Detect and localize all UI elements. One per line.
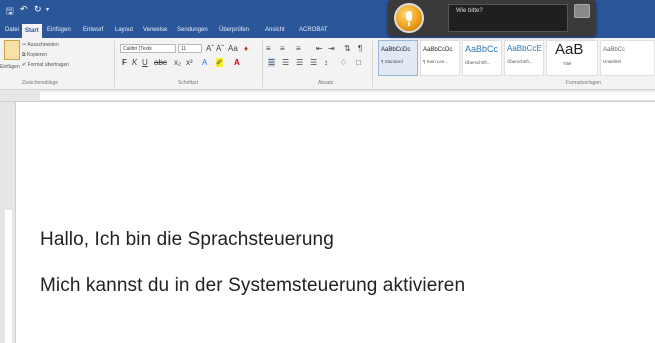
style-subtitle[interactable]: AaBbCc Untertitel [600,40,655,76]
bold-icon[interactable]: F [122,58,127,67]
style-name: Untertitel [603,59,622,64]
italic-icon[interactable]: K [132,58,137,67]
voice-assistant-orb-icon[interactable] [394,3,424,33]
style-name: ¶ Standard [381,59,403,64]
font-group-label: Schriftart [178,80,199,86]
group-divider [114,41,115,87]
document-line-2[interactable]: Mich kannst du in der Systemsteuerung ak… [40,275,465,297]
highlight-icon[interactable]: ✐ [216,58,223,67]
ribbon: Einfügen ✂ Ausschneiden ⧉ Kopieren ✐ For… [0,38,655,90]
clipboard-group-label: Zwischenablage [22,80,59,86]
tab-ansicht[interactable]: Ansicht [262,23,288,37]
styles-group-label: Formatvorlagen [566,80,602,86]
style-name: Titel [563,61,572,66]
style-sample: AaBbCc [465,44,499,54]
redo-icon[interactable]: ↻ [34,4,42,15]
brush-icon: ✐ [22,62,27,68]
scissors-icon: ✂ [22,42,27,48]
tab-sendungen[interactable]: Sendungen [174,23,211,37]
tab-start[interactable]: Start [22,24,42,38]
microphone-stand [408,22,410,26]
cut-label: Ausschneiden [27,42,59,48]
font-color-icon[interactable]: A [234,58,240,67]
style-name: ¶ Kein Lee... [423,59,449,64]
align-center-icon[interactable]: ☰ [282,58,289,67]
voice-assistant-panel: Wie bitte? [388,0,596,36]
style-heading-1[interactable]: AaBbCc Überschrift... [462,40,502,76]
clear-formatting-icon[interactable]: ♦ [244,44,248,53]
subscript-icon[interactable]: x₂ [174,58,181,67]
change-case-icon[interactable]: Aa [228,44,238,53]
shrink-font-icon[interactable]: Aˇ [216,44,224,53]
tab-verweise[interactable]: Verweise [140,23,170,37]
font-size-combo[interactable]: 11 [178,44,202,53]
align-right-icon[interactable]: ☰ [296,58,303,67]
document-page[interactable] [17,102,655,343]
paste-button[interactable]: Einfügen [0,64,20,70]
tab-entwurf[interactable]: Entwurf [80,23,106,37]
style-title[interactable]: AaB Titel [546,40,598,76]
tab-acrobat[interactable]: ACROBAT [296,23,331,37]
ruler-text-area [40,92,655,100]
voice-assistant-close-button[interactable] [574,4,590,18]
cut-button[interactable]: ✂ Ausschneiden [22,42,59,48]
style-standard[interactable]: AaBbCcDc ¶ Standard [378,40,418,76]
multilevel-list-icon[interactable]: ≡ [296,44,301,53]
group-divider [372,41,373,87]
line-spacing-icon[interactable]: ↕ [324,58,328,67]
paragraph-group-label: Absatz [318,80,334,86]
tab-einfuegen[interactable]: Einfügen [44,23,74,37]
format-painter-button[interactable]: ✐ Format übertragen [22,62,69,68]
copy-icon: ⧉ [22,52,26,58]
copy-button[interactable]: ⧉ Kopieren [22,52,47,58]
style-sample: AaBbCc [603,47,626,53]
superscript-icon[interactable]: x² [186,58,193,67]
underline-icon[interactable]: U [142,58,148,67]
style-sample: AaB [555,41,584,58]
style-name: Überschrift... [465,60,491,65]
tab-layout[interactable]: Layout [112,23,136,37]
voice-assistant-prompt: Wie bitte? [456,8,483,14]
format-painter-label: Format übertragen [27,62,70,68]
microphone-icon [406,11,412,21]
numbering-icon[interactable]: ≡ [280,44,285,53]
borders-icon[interactable]: □ [356,58,361,67]
vertical-ruler-text-area [5,210,12,343]
style-sample: AaBbCcE [507,44,542,53]
grow-font-icon[interactable]: Aˆ [206,44,214,53]
style-kein-leerraum[interactable]: AaBbCcDc ¶ Kein Lee... [420,40,460,76]
copy-label: Kopieren [26,52,47,58]
paste-icon[interactable] [4,40,20,60]
qat-dropdown-icon[interactable]: ▾ [46,6,49,13]
style-heading-2[interactable]: AaBbCcE Überschrift... [504,40,544,76]
shading-icon[interactable]: ♢ [340,58,347,67]
document-line-1[interactable]: Hallo, Ich bin die Sprachsteuerung [40,229,334,251]
pilcrow-icon[interactable]: ¶ [358,44,362,53]
align-left-icon[interactable]: ☰ [268,58,276,67]
style-sample: AaBbCcDc [381,47,411,53]
sort-icon[interactable]: ⇅ [344,44,351,53]
strikethrough-icon[interactable]: abc [154,58,167,67]
group-divider [262,41,263,87]
save-icon[interactable]: 🖫 [6,4,14,20]
bullets-icon[interactable]: ≡ [266,44,271,53]
style-sample: AaBbCcDc [423,47,453,53]
justify-icon[interactable]: ☰ [310,58,317,67]
decrease-indent-icon[interactable]: ⇤ [316,44,323,53]
style-name: Überschrift... [507,59,533,64]
text-effects-icon[interactable]: A [202,58,207,67]
font-name-combo[interactable]: Calibri (Textk [120,44,176,53]
tab-datei[interactable]: Datei [2,23,22,37]
undo-icon[interactable]: ↶ [20,4,28,15]
increase-indent-icon[interactable]: ⇥ [328,44,335,53]
tab-ueberpruefen[interactable]: Überprüfen [216,23,252,37]
